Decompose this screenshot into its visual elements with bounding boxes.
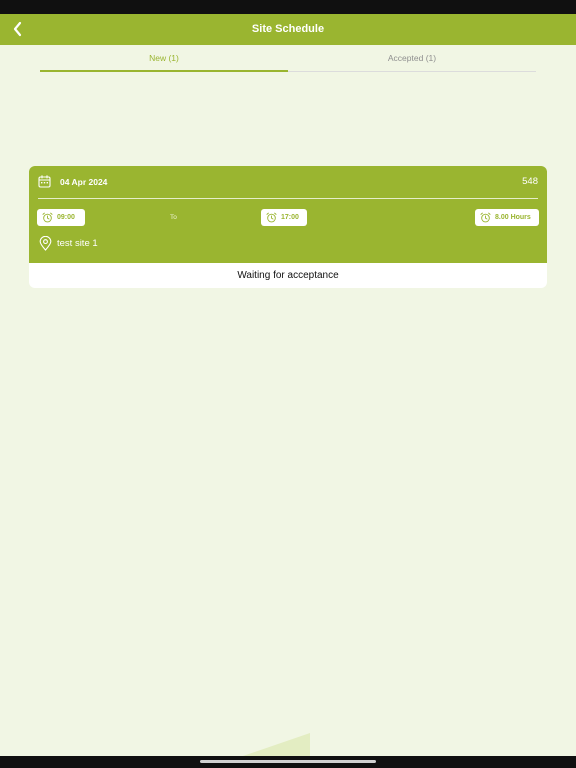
alarm-clock-icon bbox=[480, 212, 491, 223]
schedule-date: 04 Apr 2024 bbox=[60, 177, 108, 187]
schedule-card[interactable]: 04 Apr 2024 548 09:00 To 17:00 8.00 Hour… bbox=[29, 166, 547, 288]
time-separator: To bbox=[170, 214, 177, 221]
nav-bar: Site Schedule bbox=[0, 14, 576, 45]
card-divider bbox=[38, 198, 538, 199]
tab-bar: New (1) Accepted (1) bbox=[40, 45, 536, 73]
home-indicator[interactable] bbox=[200, 760, 376, 763]
total-hours: 8.00 Hours bbox=[495, 214, 531, 221]
schedule-id: 548 bbox=[522, 176, 538, 187]
location-pin-icon bbox=[39, 236, 52, 251]
hours-badge: 8.00 Hours bbox=[475, 209, 539, 226]
start-time: 09:00 bbox=[57, 214, 75, 221]
schedule-card-header: 04 Apr 2024 548 09:00 To 17:00 8.00 Hour… bbox=[29, 166, 547, 263]
end-time: 17:00 bbox=[281, 214, 299, 221]
start-time-badge: 09:00 bbox=[37, 209, 85, 226]
calendar-icon bbox=[38, 175, 51, 188]
page-title: Site Schedule bbox=[251, 23, 325, 35]
end-time-badge: 17:00 bbox=[261, 209, 307, 226]
tab-new[interactable]: New (1) bbox=[40, 45, 288, 71]
alarm-clock-icon bbox=[42, 212, 53, 223]
alarm-clock-icon bbox=[266, 212, 277, 223]
decorative-shape bbox=[240, 733, 310, 757]
status-label: Waiting for acceptance bbox=[237, 270, 339, 281]
site-name: test site 1 bbox=[57, 238, 98, 249]
active-tab-indicator bbox=[40, 70, 288, 72]
status-bar bbox=[0, 0, 576, 14]
tab-accepted[interactable]: Accepted (1) bbox=[288, 45, 536, 71]
